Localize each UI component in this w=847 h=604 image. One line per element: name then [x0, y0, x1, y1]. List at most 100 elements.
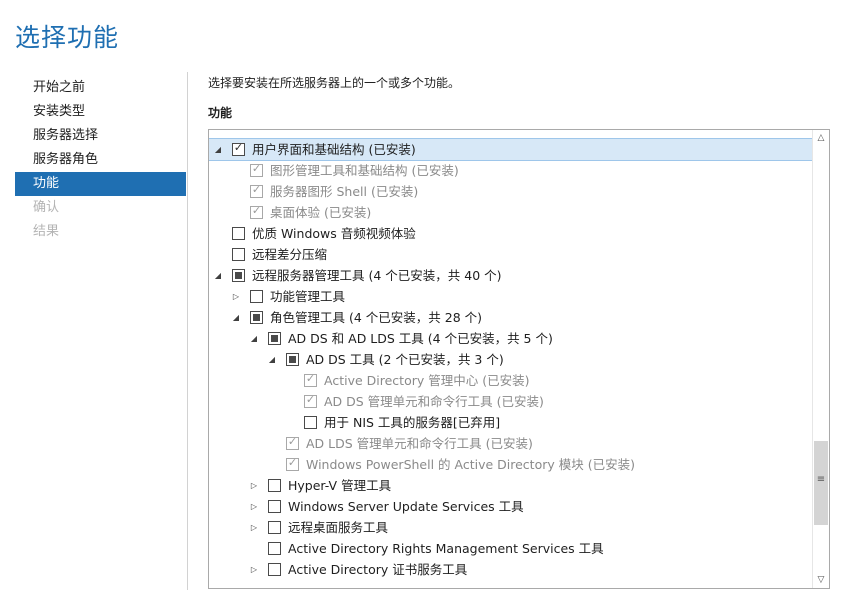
tree-row[interactable]: ✓ AD LDS 管理单元和命令行工具 (已安装): [209, 433, 814, 454]
feature-label: 远程桌面服务工具: [288, 520, 389, 535]
feature-checkbox[interactable]: [268, 500, 281, 513]
wizard-nav: 开始之前 安装类型 服务器选择 服务器角色 功能确认结果: [15, 76, 186, 244]
tree-row[interactable]: ✓ AD DS 管理单元和命令行工具 (已安装): [209, 391, 814, 412]
feature-label: AD DS 管理单元和命令行工具 (已安装): [324, 394, 544, 409]
chevron-up-icon[interactable]: △: [813, 130, 829, 146]
triangle-expanded-icon[interactable]: ◢: [265, 349, 279, 370]
nav-item[interactable]: 开始之前: [15, 76, 186, 100]
feature-label: Active Directory 管理中心 (已安装): [324, 373, 530, 388]
checkmark-icon: ✓: [305, 372, 316, 385]
chevron-down-icon[interactable]: ▽: [813, 572, 829, 588]
features-tree-rows: ◢ ✓ 用户界面和基础结构 (已安装) ✓ 图形管理工具和基础结构 (已安装) ✓ 服务器图…: [209, 138, 815, 580]
checkmark-icon: ✓: [251, 204, 262, 217]
tree-row[interactable]: ◢ AD DS 和 AD LDS 工具 (4 个已安装，共 5 个): [209, 328, 814, 349]
tree-row[interactable]: ▷ Windows Server Update Services 工具: [209, 496, 814, 517]
feature-checkbox[interactable]: [304, 416, 317, 429]
feature-checkbox[interactable]: ✓: [232, 141, 245, 156]
tree-row[interactable]: ◢ 远程服务器管理工具 (4 个已安装，共 40 个): [209, 265, 814, 286]
feature-label: 功能管理工具: [270, 289, 346, 304]
feature-checkbox: ✓: [304, 393, 317, 408]
feature-checkbox: ✓: [250, 162, 263, 177]
triangle-expanded-icon[interactable]: ◢: [211, 139, 225, 160]
checkmark-icon: ✓: [287, 456, 298, 469]
tree-row[interactable]: ✓ 桌面体验 (已安装): [209, 202, 814, 223]
tree-row[interactable]: ✓ 图形管理工具和基础结构 (已安装): [209, 160, 814, 181]
nav-item[interactable]: 服务器选择: [15, 124, 186, 148]
triangle-collapsed-icon[interactable]: ▷: [247, 559, 261, 580]
tree-row[interactable]: 远程差分压缩: [209, 244, 814, 265]
feature-checkbox[interactable]: [268, 563, 281, 576]
feature-label: AD LDS 管理单元和命令行工具 (已安装): [306, 436, 533, 451]
nav-item[interactable]: 功能: [15, 172, 186, 196]
feature-checkbox[interactable]: [232, 248, 245, 261]
tree-row[interactable]: 用于 NIS 工具的服务器[已弃用]: [209, 412, 814, 433]
features-tree[interactable]: ◢ ✓ 用户界面和基础结构 (已安装) ✓ 图形管理工具和基础结构 (已安装) ✓ 服务器图…: [208, 129, 830, 589]
feature-label: 图形管理工具和基础结构 (已安装): [270, 163, 459, 178]
tree-row[interactable]: ✓ Windows PowerShell 的 Active Directory 模…: [209, 454, 814, 475]
feature-checkbox[interactable]: [268, 479, 281, 492]
feature-checkbox[interactable]: [268, 332, 281, 345]
nav-item[interactable]: 安装类型: [15, 100, 186, 124]
tree-row[interactable]: ✓ Active Directory 管理中心 (已安装): [209, 370, 814, 391]
nav-item: 确认: [33, 200, 60, 215]
feature-label: Windows PowerShell 的 Active Directory 模块…: [306, 457, 635, 472]
scrollbar-thumb[interactable]: ≡: [814, 441, 828, 525]
tree-row[interactable]: Active Directory Rights Management Servi…: [209, 538, 814, 559]
triangle-collapsed-icon[interactable]: ▷: [229, 286, 243, 307]
tree-row[interactable]: ▷ Active Directory 证书服务工具: [209, 559, 814, 580]
tree-row[interactable]: ◢ AD DS 工具 (2 个已安装，共 3 个): [209, 349, 814, 370]
partial-check-icon: [253, 314, 260, 321]
tree-row[interactable]: ◢ ✓ 用户界面和基础结构 (已安装): [209, 138, 815, 161]
checkmark-icon: ✓: [233, 141, 244, 154]
nav-item[interactable]: 服务器角色: [15, 148, 186, 172]
triangle-collapsed-icon[interactable]: ▷: [247, 496, 261, 517]
feature-checkbox: ✓: [286, 435, 299, 450]
feature-checkbox[interactable]: [286, 353, 299, 366]
partial-check-icon: [271, 335, 278, 342]
feature-label: 远程服务器管理工具 (4 个已安装，共 40 个): [252, 268, 502, 283]
tree-row[interactable]: 优质 Windows 音频视频体验: [209, 223, 814, 244]
checkmark-icon: ✓: [305, 393, 316, 406]
tree-row[interactable]: ✓ 服务器图形 Shell (已安装): [209, 181, 814, 202]
nav-item: 结果: [33, 224, 60, 239]
scroll-grip-icon: ≡: [816, 474, 826, 485]
feature-checkbox: ✓: [286, 456, 299, 471]
feature-checkbox: ✓: [250, 204, 263, 219]
feature-label: 服务器图形 Shell (已安装): [270, 184, 419, 199]
triangle-expanded-icon[interactable]: ◢: [229, 307, 243, 328]
feature-checkbox: ✓: [250, 183, 263, 198]
page-title: 选择功能: [15, 23, 120, 52]
checkmark-icon: ✓: [251, 162, 262, 175]
feature-label: 远程差分压缩: [252, 247, 328, 262]
feature-label: AD DS 和 AD LDS 工具 (4 个已安装，共 5 个): [288, 331, 553, 346]
feature-label: Windows Server Update Services 工具: [288, 499, 524, 514]
feature-checkbox[interactable]: [268, 521, 281, 534]
triangle-expanded-icon[interactable]: ◢: [211, 265, 225, 286]
vertical-scrollbar[interactable]: △ ≡ ▽: [812, 130, 829, 588]
feature-checkbox[interactable]: [232, 227, 245, 240]
feature-checkbox[interactable]: [232, 269, 245, 282]
checkmark-icon: ✓: [251, 183, 262, 196]
instruction-text: 选择要安装在所选服务器上的一个或多个功能。: [208, 76, 461, 90]
feature-label: 用户界面和基础结构 (已安装): [252, 142, 416, 157]
feature-label: 优质 Windows 音频视频体验: [252, 226, 416, 241]
tree-row[interactable]: ▷ Hyper-V 管理工具: [209, 475, 814, 496]
tree-row[interactable]: ▷ 远程桌面服务工具: [209, 517, 814, 538]
checkmark-icon: ✓: [287, 435, 298, 448]
features-heading: 功能: [208, 106, 233, 120]
tree-row[interactable]: ▷ 功能管理工具: [209, 286, 814, 307]
feature-checkbox[interactable]: [250, 290, 263, 303]
nav-divider: [187, 72, 188, 590]
feature-checkbox[interactable]: [268, 542, 281, 555]
feature-checkbox: ✓: [304, 372, 317, 387]
triangle-collapsed-icon[interactable]: ▷: [247, 517, 261, 538]
feature-label: 用于 NIS 工具的服务器[已弃用]: [324, 415, 501, 430]
triangle-collapsed-icon[interactable]: ▷: [247, 475, 261, 496]
feature-label: AD DS 工具 (2 个已安装，共 3 个): [306, 352, 504, 367]
feature-label: Active Directory 证书服务工具: [288, 562, 468, 577]
triangle-expanded-icon[interactable]: ◢: [247, 328, 261, 349]
feature-checkbox[interactable]: [250, 311, 263, 324]
partial-check-icon: [289, 356, 296, 363]
feature-label: 桌面体验 (已安装): [270, 205, 372, 220]
tree-row[interactable]: ◢ 角色管理工具 (4 个已安装，共 28 个): [209, 307, 814, 328]
